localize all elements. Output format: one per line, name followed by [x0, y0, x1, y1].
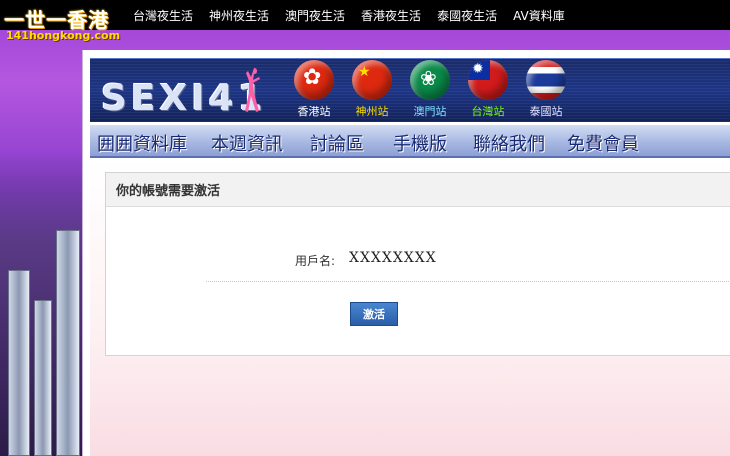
logo-domain-text: 141hongkong.com — [6, 29, 121, 42]
activation-panel: 你的帳號需要激活 用戶名: XXXXXXXX 激活 — [105, 172, 730, 356]
taiwan-flag-icon — [468, 60, 508, 100]
username-value: XXXXXXXX — [349, 250, 437, 266]
top-nav-china[interactable]: 神州夜生活 — [209, 7, 269, 24]
station-label: 澳門站 — [413, 105, 447, 118]
macau-flag-icon — [410, 60, 450, 100]
top-nav-av-database[interactable]: AV資料庫 — [513, 7, 565, 24]
station-taiwan[interactable]: 台灣站 — [464, 60, 512, 119]
station-label: 台灣站 — [471, 105, 505, 118]
site-logo[interactable]: 一世一香港 141hongkong.com — [2, 2, 126, 44]
activate-button[interactable]: 激活 — [350, 302, 398, 326]
top-nav-macau[interactable]: 澳門夜生活 — [285, 7, 345, 24]
city-skyline-image — [0, 150, 90, 456]
station-label: 神州站 — [355, 105, 389, 118]
building-shape — [34, 300, 52, 456]
station-china[interactable]: 神州站 — [348, 60, 396, 119]
menu-item-forum[interactable]: 討論區 — [310, 130, 364, 156]
station-hongkong[interactable]: 香港站 — [290, 60, 338, 119]
top-nav-thailand[interactable]: 泰國夜生活 — [437, 7, 497, 24]
china-flag-icon — [352, 60, 392, 100]
menu-item-contact[interactable]: 聯絡我們 — [473, 130, 545, 156]
menu-item-free-member[interactable]: 免費會員 — [567, 130, 639, 156]
top-nav-taiwan[interactable]: 台灣夜生活 — [133, 7, 193, 24]
panel-title: 你的帳號需要激活 — [106, 173, 730, 207]
dancer-silhouette-icon — [245, 68, 260, 112]
username-label: 用戶名: — [295, 254, 336, 268]
top-nav-hongkong[interactable]: 香港夜生活 — [361, 7, 421, 24]
menu-item-mobile[interactable]: 手機版 — [393, 130, 447, 156]
menu-item-weekly-news[interactable]: 本週資訊 — [211, 130, 283, 156]
station-label: 泰國站 — [529, 105, 563, 118]
hongkong-flag-icon — [294, 60, 334, 100]
menu-item-database[interactable]: 囲囲資料庫 — [97, 130, 187, 156]
building-shape — [8, 270, 30, 456]
thailand-flag-icon — [526, 60, 566, 100]
station-macau[interactable]: 澳門站 — [406, 60, 454, 119]
building-shape — [56, 230, 80, 456]
top-nav-links: 台灣夜生活 神州夜生活 澳門夜生活 香港夜生活 泰國夜生活 AV資料庫 — [133, 0, 565, 30]
station-thailand[interactable]: 泰國站 — [522, 60, 570, 119]
divider — [206, 281, 730, 282]
station-label: 香港站 — [297, 105, 331, 118]
